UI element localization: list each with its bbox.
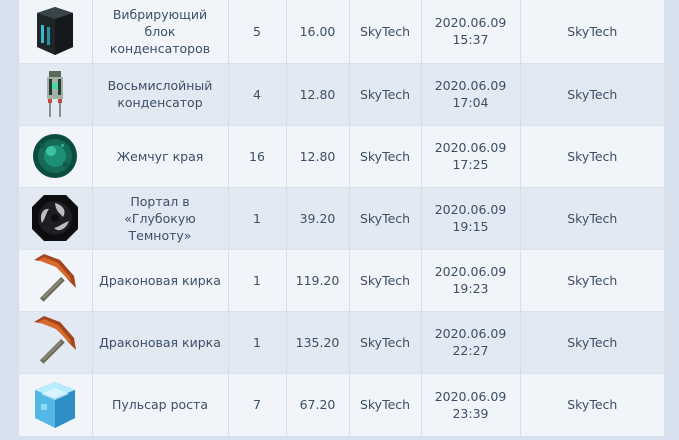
draconic-pickaxe-icon (34, 254, 77, 302)
price: 12.80 (286, 63, 350, 126)
datetime: 2020.06.09 15:37 (421, 0, 521, 64)
date: 2020.06.09 (434, 264, 507, 279)
table-row: Драконовая кирка 1 135.20 SkyTech 2020.0… (19, 311, 664, 374)
time: 17:04 (452, 95, 489, 110)
seller: SkyTech (349, 249, 422, 312)
item-name: Восьмислойный конденсатор (92, 63, 229, 126)
item-icon-cell (19, 249, 93, 312)
buyer: SkyTech (520, 187, 664, 250)
table-row: Пульсар роста 7 67.20 SkyTech 2020.06.09… (19, 373, 664, 437)
quantity: 5 (228, 0, 287, 64)
item-name: Портал в «Глубокую Темноту» (92, 187, 229, 250)
item-name: Драконовая кирка (92, 249, 229, 312)
quantity: 1 (228, 249, 287, 312)
table-row: Вибрирующий блок конденсаторов 5 16.00 S… (19, 0, 664, 64)
time: 22:27 (452, 343, 489, 358)
price: 39.20 (286, 187, 350, 250)
time: 19:23 (452, 281, 489, 296)
time: 19:15 (452, 219, 489, 234)
datetime: 2020.06.09 17:25 (421, 125, 521, 188)
date: 2020.06.09 (434, 15, 507, 31)
item-name: Пульсар роста (92, 373, 229, 437)
page-bottom-strip (0, 436, 679, 440)
seller: SkyTech (349, 373, 422, 437)
quantity: 1 (228, 311, 287, 374)
seller: SkyTech (349, 311, 422, 374)
table-row: Жемчуг края 16 12.80 SkyTech 2020.06.09 … (19, 125, 664, 188)
date: 2020.06.09 (434, 140, 507, 155)
date: 2020.06.09 (434, 78, 507, 93)
item-name: Драконовая кирка (92, 311, 229, 374)
item-icon-cell (19, 373, 93, 437)
price: 67.20 (286, 373, 350, 437)
price: 16.00 (286, 0, 350, 64)
item-icon-cell (19, 0, 93, 64)
ender-pearl-icon (33, 134, 78, 178)
datetime: 2020.06.09 22:27 (421, 311, 521, 374)
time: 23:39 (452, 405, 489, 421)
datetime: 2020.06.09 23:39 (421, 373, 521, 437)
buyer: SkyTech (520, 373, 664, 437)
price: 135.20 (286, 311, 350, 374)
quantity: 16 (228, 125, 287, 188)
buyer: SkyTech (520, 63, 664, 126)
price: 12.80 (286, 125, 350, 188)
buyer: SkyTech (520, 0, 664, 64)
draconic-pickaxe-icon (34, 316, 77, 364)
item-icon-cell (19, 187, 93, 250)
seller: SkyTech (349, 187, 422, 250)
quantity: 1 (228, 187, 287, 250)
table-row: Восьмислойный конденсатор 4 12.80 SkyTec… (19, 63, 664, 126)
time: 17:25 (452, 157, 489, 172)
transactions-table: Вибрирующий блок конденсаторов 5 16.00 S… (19, 0, 664, 437)
table-row: Портал в «Глубокую Темноту» 1 39.20 SkyT… (19, 187, 664, 250)
time: 15:37 (452, 32, 489, 48)
seller: SkyTech (349, 125, 422, 188)
date: 2020.06.09 (434, 388, 507, 404)
seller: SkyTech (349, 63, 422, 126)
item-icon-cell (19, 63, 93, 126)
date: 2020.06.09 (434, 202, 507, 217)
item-name: Вибрирующий блок конденсаторов (92, 0, 229, 64)
buyer: SkyTech (520, 249, 664, 312)
growth-pulsar-icon (35, 381, 76, 428)
quantity: 4 (228, 63, 287, 126)
item-icon-cell (19, 311, 93, 374)
datetime: 2020.06.09 17:04 (421, 63, 521, 126)
vibrating-capacitor-bank-icon (37, 7, 74, 56)
date: 2020.06.09 (434, 326, 507, 341)
datetime: 2020.06.09 19:15 (421, 187, 521, 250)
item-name: Жемчуг края (92, 125, 229, 188)
buyer: SkyTech (520, 125, 664, 188)
quantity: 7 (228, 373, 287, 437)
table-row: Драконовая кирка 1 119.20 SkyTech 2020.0… (19, 249, 664, 312)
buyer: SkyTech (520, 311, 664, 374)
seller: SkyTech (349, 0, 422, 64)
item-icon-cell (19, 125, 93, 188)
deep-dark-portal-icon (32, 195, 79, 241)
price: 119.20 (286, 249, 350, 312)
datetime: 2020.06.09 19:23 (421, 249, 521, 312)
octadic-capacitor-icon (47, 71, 64, 117)
